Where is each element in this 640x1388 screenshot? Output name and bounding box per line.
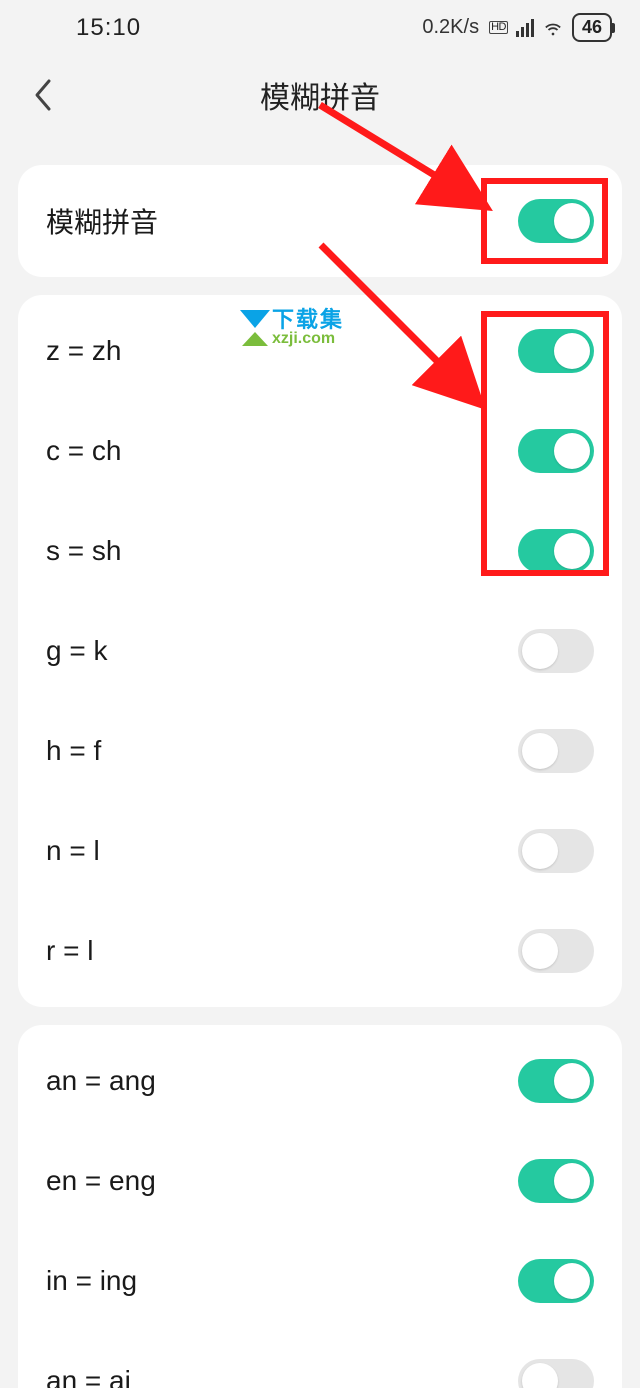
net-speed: 0.2K/s — [422, 16, 479, 39]
group2-row: an = ai — [18, 1331, 622, 1388]
status-time: 15:10 — [76, 14, 141, 42]
group1-label: h = f — [46, 735, 101, 767]
master-row: 模糊拼音 — [18, 171, 622, 271]
group1-row: h = f — [18, 701, 622, 801]
back-button[interactable] — [22, 75, 62, 115]
group2-toggle[interactable] — [518, 1259, 594, 1303]
master-label: 模糊拼音 — [46, 201, 158, 241]
group1-card: z = zh c = ch s = sh g = k h = f n = l r = l — [18, 295, 622, 1007]
group2-label: an = ang — [46, 1065, 156, 1097]
group2-toggle[interactable] — [518, 1359, 594, 1388]
group2-card: an = ang en = eng in = ing an = ai — [18, 1025, 622, 1388]
group1-label: c = ch — [46, 435, 121, 467]
group1-row: n = l — [18, 801, 622, 901]
group2-row: in = ing — [18, 1231, 622, 1331]
group1-toggle[interactable] — [518, 429, 594, 473]
group1-label: n = l — [46, 835, 100, 867]
status-bar: 15:10 0.2K/s HD 46 — [0, 0, 640, 55]
signal-icon — [516, 19, 534, 37]
group1-toggle[interactable] — [518, 829, 594, 873]
group2-label: an = ai — [46, 1365, 131, 1388]
group1-toggle[interactable] — [518, 629, 594, 673]
group1-row: c = ch — [18, 401, 622, 501]
group1-toggle[interactable] — [518, 729, 594, 773]
hd-indicator: HD — [489, 21, 508, 34]
group1-label: z = zh — [46, 335, 121, 367]
wifi-icon — [542, 17, 564, 39]
group1-row: r = l — [18, 901, 622, 1001]
group1-toggle[interactable] — [518, 929, 594, 973]
group1-label: r = l — [46, 935, 93, 967]
title-bar: 模糊拼音 — [0, 55, 640, 135]
group1-row: g = k — [18, 601, 622, 701]
master-toggle[interactable] — [518, 199, 594, 243]
group1-label: g = k — [46, 635, 107, 667]
group2-label: in = ing — [46, 1265, 137, 1297]
group1-row: z = zh — [18, 301, 622, 401]
chevron-left-icon — [31, 77, 53, 113]
battery-indicator: 46 — [572, 13, 612, 42]
master-card: 模糊拼音 — [18, 165, 622, 277]
page-title: 模糊拼音 — [260, 73, 380, 117]
group1-row: s = sh — [18, 501, 622, 601]
group2-toggle[interactable] — [518, 1159, 594, 1203]
group1-toggle[interactable] — [518, 329, 594, 373]
status-indicators: 0.2K/s HD 46 — [422, 13, 612, 42]
group2-toggle[interactable] — [518, 1059, 594, 1103]
group2-row: an = ang — [18, 1031, 622, 1131]
group2-row: en = eng — [18, 1131, 622, 1231]
group1-label: s = sh — [46, 535, 121, 567]
group1-toggle[interactable] — [518, 529, 594, 573]
group2-label: en = eng — [46, 1165, 156, 1197]
